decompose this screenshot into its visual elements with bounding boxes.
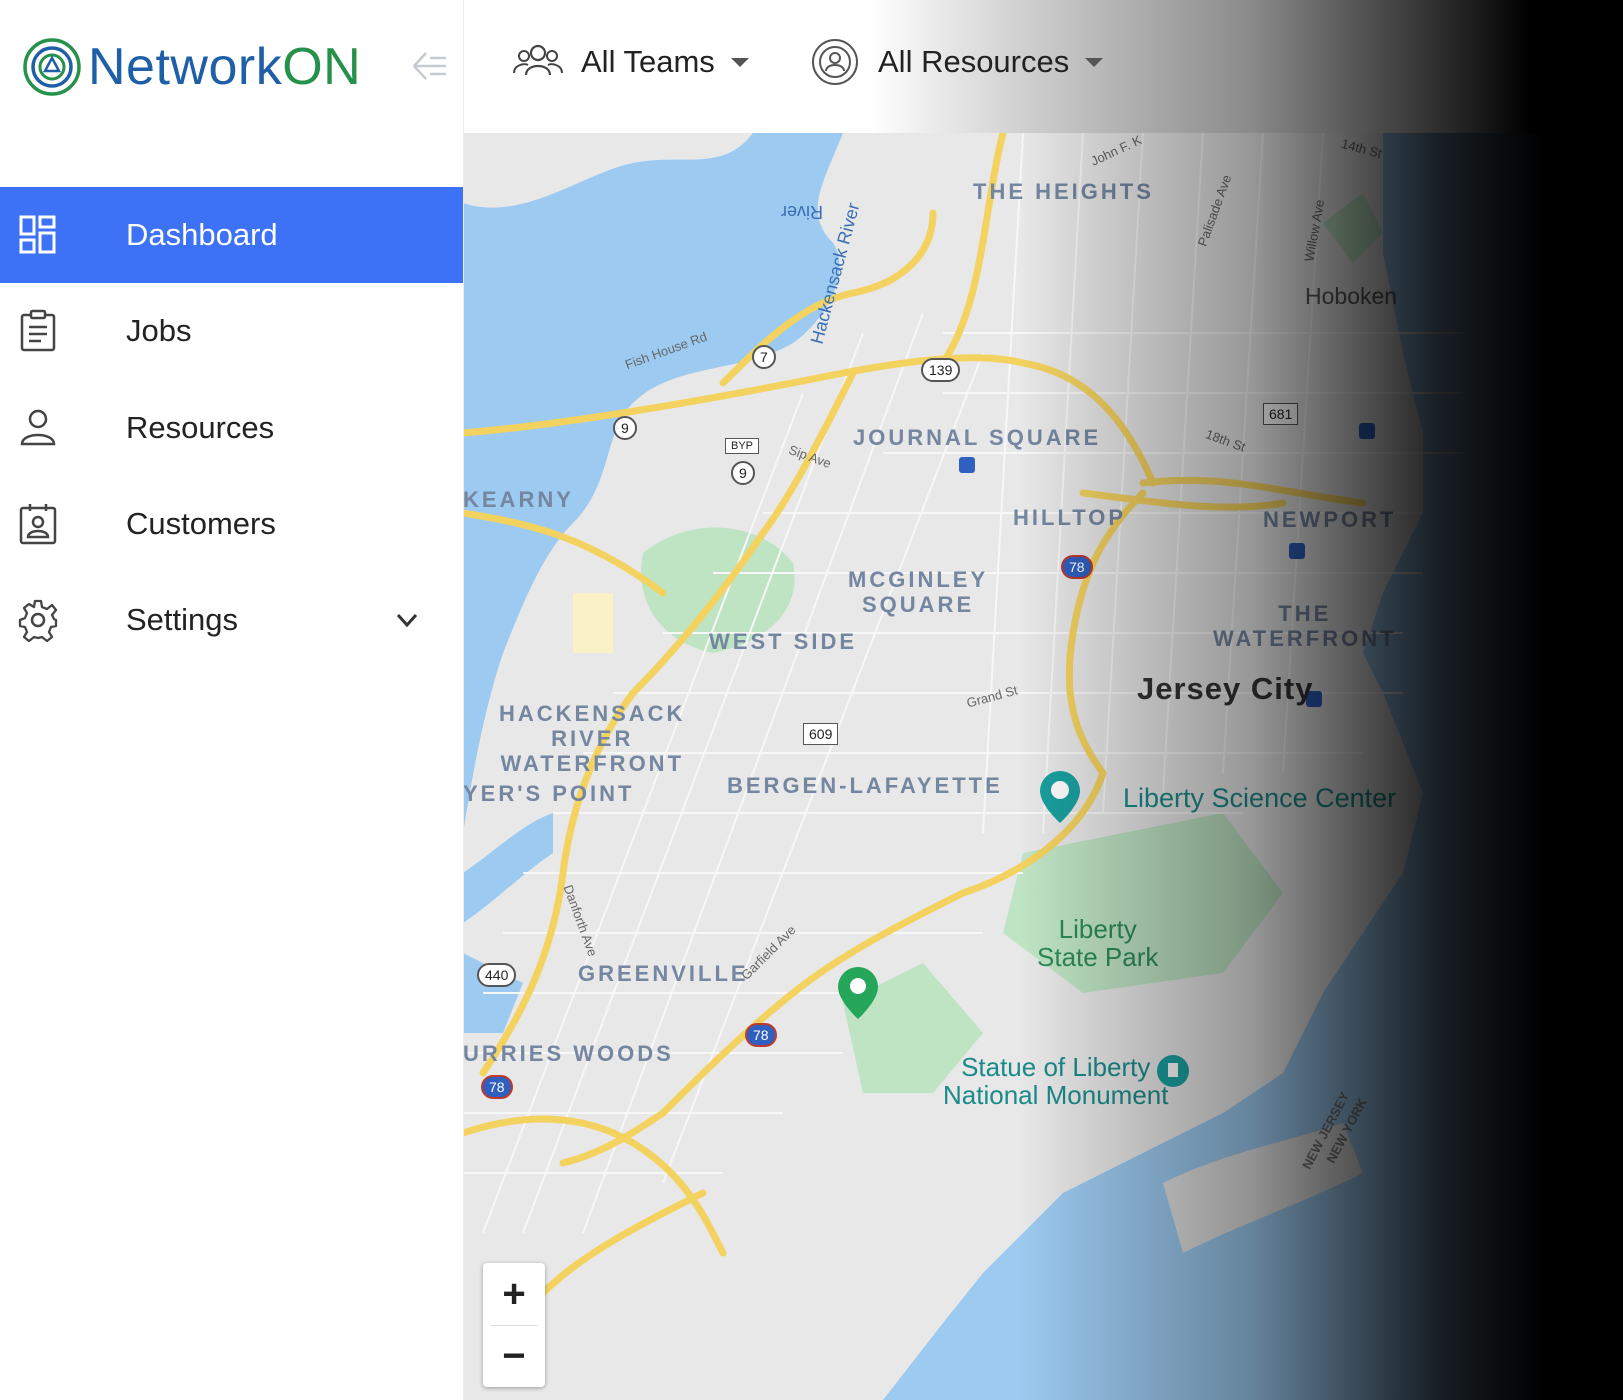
sidebar-item-label: Customers [126,506,276,541]
sidebar-item-dashboard[interactable]: Dashboard [0,187,463,283]
sidebar-item-jobs[interactable]: Jobs [0,283,463,379]
route-shield-440: 440 [477,963,517,987]
interstate-shield-78: 78 [1061,555,1093,579]
teams-filter-dropdown[interactable]: All Teams [511,30,749,94]
resources-filter-label: All Resources [878,44,1070,79]
map-view[interactable]: THE HEIGHTS JOURNAL SQUARE KEARNY HILLTO… [463,133,1623,1400]
zoom-out-button[interactable]: − [483,1325,545,1387]
route-shield-9b: 9 [731,461,755,485]
chevron-down-icon[interactable] [392,606,422,634]
transit-station-icon[interactable] [1306,691,1322,707]
route-shield-681: 681 [1263,403,1299,425]
logo-text: NetworkON [88,41,361,93]
transit-station-icon[interactable] [1289,543,1305,559]
logo-text-network: Network [88,38,283,96]
route-shield-7: 7 [752,345,776,369]
route-shield-609: 609 [803,723,839,745]
dashboard-icon [19,215,56,254]
caret-down-icon [1085,57,1104,67]
monument-marker[interactable] [1157,1055,1189,1087]
interstate-shield-78: 78 [481,1075,513,1099]
route-shield-139: 139 [921,358,961,382]
route-shield-byp: BYP [725,438,760,454]
transit-station-icon[interactable] [959,457,975,473]
sidebar-item-label: Dashboard [126,217,278,252]
map-canvas[interactable] [463,133,1623,1400]
caret-down-icon [730,57,749,67]
sidebar-item-resources[interactable]: Resources [0,380,463,476]
person-icon [20,409,56,446]
resources-ring-icon [812,39,858,85]
clipboard-icon [20,309,56,352]
teams-filter-label: All Teams [581,44,715,79]
team-icon [513,44,563,76]
sidebar-item-customers[interactable]: Customers [0,476,463,572]
resources-filter-dropdown[interactable]: All Resources [808,30,1104,94]
transit-station-icon[interactable] [1359,423,1375,439]
top-bar: All Teams All Resources [463,0,1623,133]
sidebar-item-label: Jobs [126,313,192,348]
zoom-controls: + − [483,1263,545,1387]
contact-card-icon [19,504,57,545]
logo-text-on: ON [282,38,362,96]
route-shield-9: 9 [613,416,637,440]
sidebar: NetworkON Dashboard Jobs Resources Custo… [0,0,464,1400]
sidebar-item-label: Resources [126,410,275,445]
zoom-in-button[interactable]: + [483,1263,545,1325]
app-logo[interactable]: NetworkON [22,28,382,106]
gear-icon [18,599,58,642]
networkon-logo-icon [23,38,81,96]
sidebar-item-label: Settings [126,602,239,637]
sidebar-item-settings[interactable]: Settings [0,572,463,668]
collapse-sidebar-icon[interactable] [410,48,450,84]
interstate-shield-78: 78 [745,1023,777,1047]
